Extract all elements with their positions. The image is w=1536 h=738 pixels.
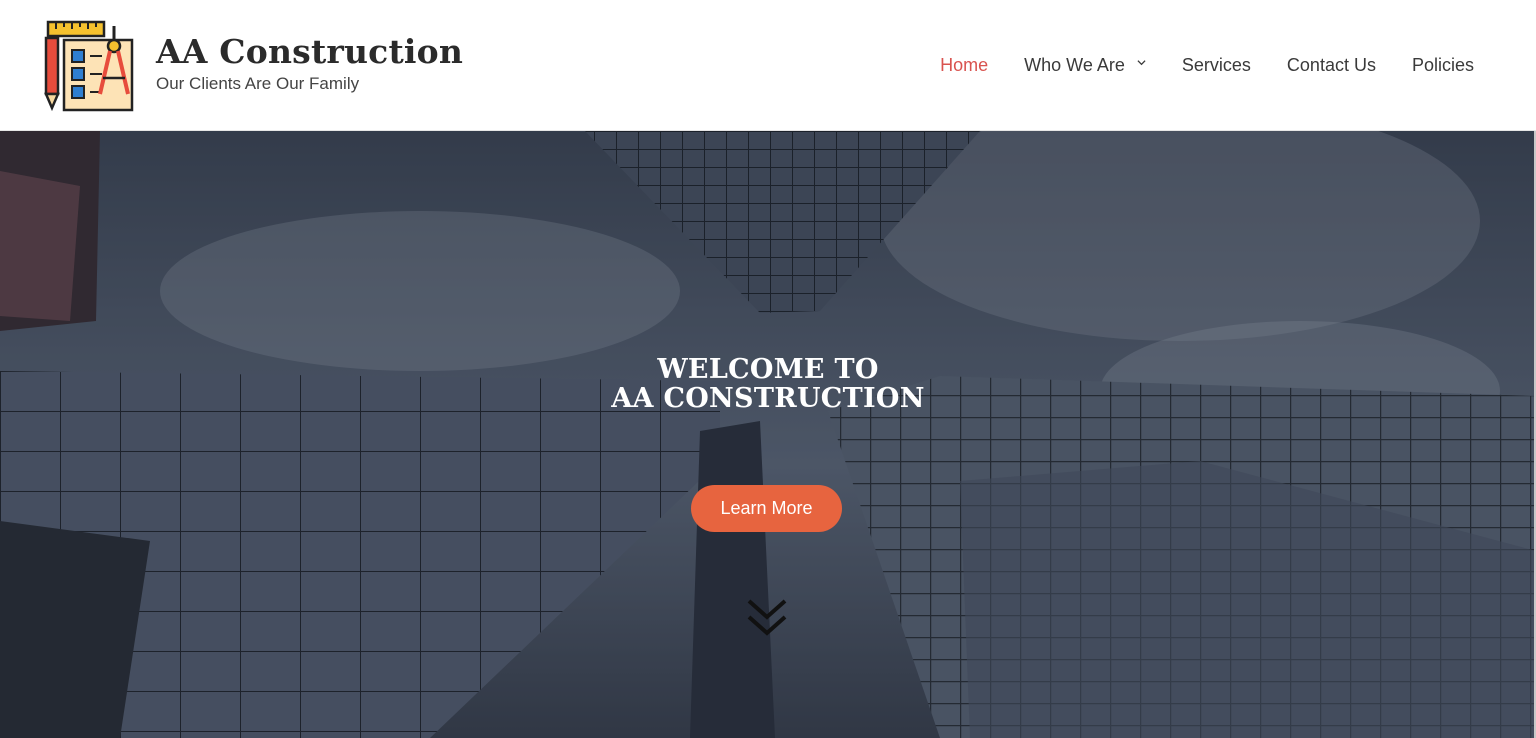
nav-contact-us-label: Contact Us — [1286, 55, 1376, 75]
hero-title-line2: AA CONSTRUCTION — [611, 383, 925, 414]
hero-title-line1: WELCOME TO — [657, 354, 879, 385]
double-chevron-down-icon[interactable] — [745, 597, 789, 641]
nav-policies[interactable]: Policies — [1412, 55, 1474, 76]
brand-text: AA Construction Our Clients Are Our Fami… — [156, 32, 463, 94]
site-title[interactable]: AA Construction — [156, 32, 463, 72]
hero-overlay — [0, 131, 1536, 738]
hero-section: WELCOME TO AA CONSTRUCTION Learn More — [0, 131, 1536, 738]
nav-policies-label: Policies — [1411, 55, 1474, 75]
main-nav: Home Who We Are Services Contact Us Poli… — [904, 55, 1474, 76]
nav-home-label: Home — [940, 55, 989, 75]
nav-who-we-are[interactable]: Who We Are — [1024, 55, 1146, 76]
site-tagline: Our Clients Are Our Family — [156, 74, 360, 93]
chevron-down-icon[interactable] — [1137, 58, 1146, 67]
nav-services[interactable]: Services — [1182, 55, 1251, 76]
hero-title: WELCOME TO AA CONSTRUCTION — [0, 355, 1536, 413]
nav-home[interactable]: Home — [940, 55, 988, 76]
site-header: AA Construction Our Clients Are Our Fami… — [0, 0, 1536, 131]
nav-who-we-are-label: Who We Are — [1024, 55, 1125, 75]
nav-services-label: Services — [1181, 55, 1251, 75]
nav-contact-us[interactable]: Contact Us — [1287, 55, 1376, 76]
learn-more-button[interactable]: Learn More — [691, 485, 842, 532]
blueprint-ruler-compass-icon — [44, 20, 134, 112]
brand[interactable]: AA Construction Our Clients Are Our Fami… — [44, 20, 463, 112]
